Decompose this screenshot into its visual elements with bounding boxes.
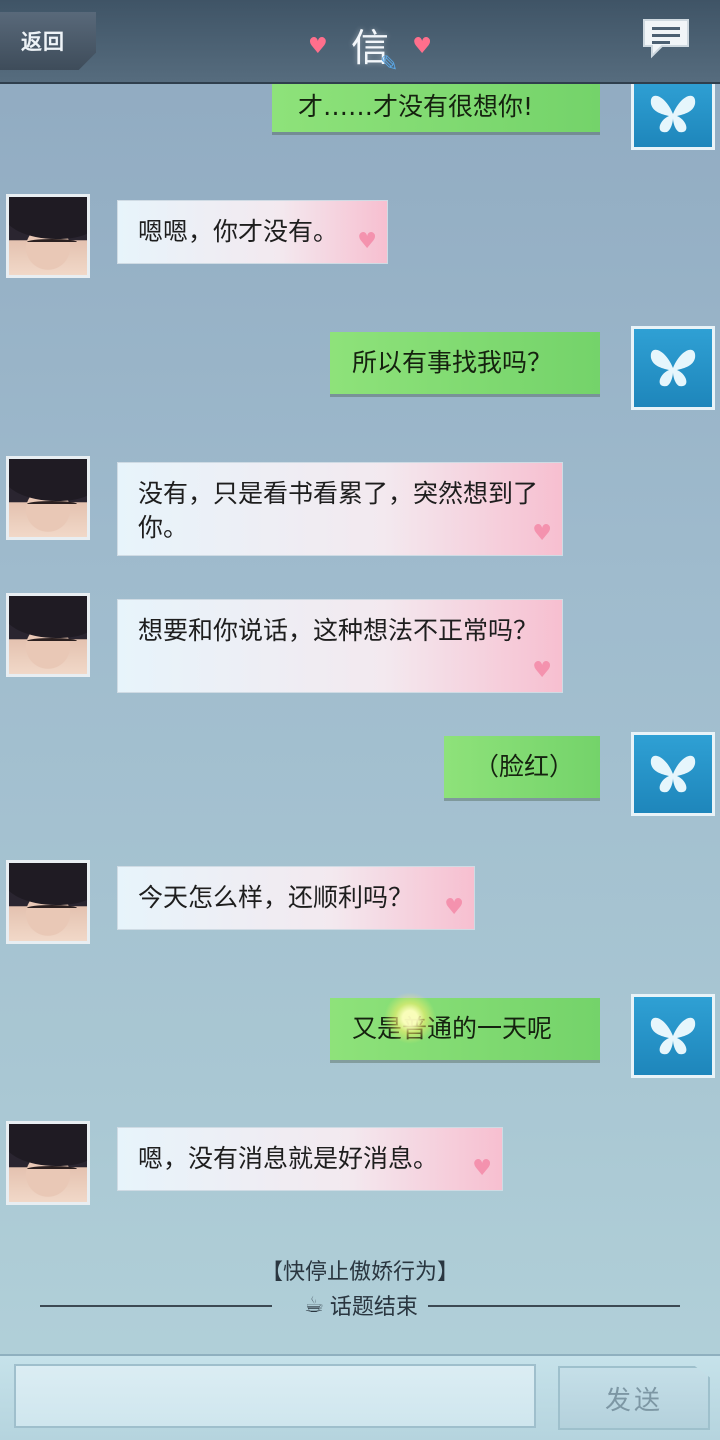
message-bubble-received: 想要和你说话，这种想法不正常吗？ [117,599,563,693]
divider-right [428,1305,680,1307]
topic-end-label: 话题结束 [329,1295,418,1320]
avatar-contact[interactable] [6,194,90,278]
message-input[interactable] [14,1364,536,1428]
avatar-contact[interactable] [6,860,90,944]
title-area: ♥ 信 ✎ ♥ [300,14,440,78]
back-button[interactable]: 返回 [0,12,96,70]
butterfly-icon [650,95,696,133]
edit-icon: ✎ [380,52,399,77]
message-bubble-received: 没有，只是看书看累了，突然想到了你。 [117,462,563,556]
avatar-user[interactable] [631,732,715,816]
avatar-contact[interactable] [6,1121,90,1205]
coffee-icon: ☕ [304,1292,324,1318]
message-bubble-received: 嗯嗯，你才没有。 [117,200,388,264]
input-bar: 发送 [0,1354,720,1440]
message-bubble-sent: 才……才没有很想你! [272,78,600,132]
message-bubble-sent: （脸红） [444,736,600,798]
chat-area: 才……才没有很想你! 嗯嗯，你才没有。 所以有事找我吗？ 没有，只是看书看累了，… [0,78,720,1354]
top-bar: 返回 ♥ 信 ✎ ♥ [0,0,720,84]
heart-icon: ♥ [412,34,432,59]
avatar-user[interactable] [631,994,715,1078]
send-button[interactable]: 发送 [558,1366,710,1430]
butterfly-icon [650,755,696,793]
butterfly-icon [650,349,696,387]
topic-end: ☕ 话题结束 [276,1290,446,1321]
avatar-user[interactable] [631,326,715,410]
message-bubble-sent: 所以有事找我吗？ [330,332,600,394]
message-bubble-received: 嗯，没有消息就是好消息。 [117,1127,503,1191]
chat-list-icon[interactable] [640,16,692,60]
avatar-user[interactable] [631,78,715,150]
heart-icon: ♥ [308,34,328,59]
system-hint: 【快停止傲娇行为】 [260,1260,459,1285]
avatar-contact[interactable] [6,593,90,677]
avatar-contact[interactable] [6,456,90,540]
message-bubble-received: 今天怎么样，还顺利吗？ [117,866,475,930]
message-bubble-sent: 又是普通的一天呢 [330,998,600,1060]
divider-left [40,1305,272,1307]
butterfly-icon [650,1017,696,1055]
